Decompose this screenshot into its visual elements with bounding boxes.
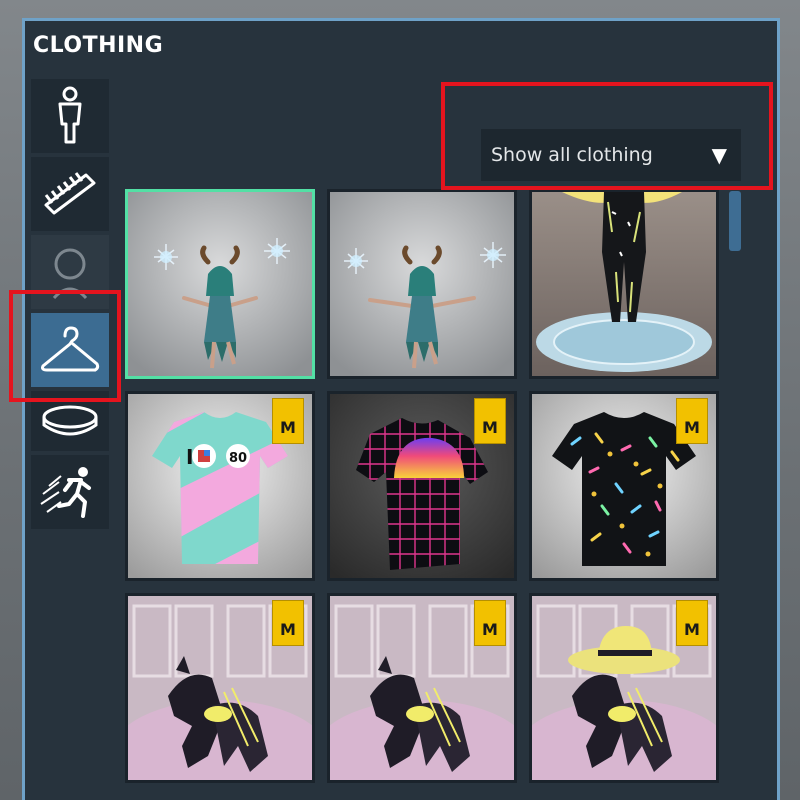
clothing-tile-3[interactable] [529, 189, 719, 379]
sidebar-item-hair[interactable] [31, 157, 109, 231]
hanger-icon [41, 326, 100, 372]
chevron-down-icon: ▼ [711, 143, 727, 167]
running-icon [40, 467, 91, 518]
tshirt-print-number: 80 [229, 451, 247, 466]
clothing-tile-1[interactable] [125, 189, 315, 379]
category-sidebar [31, 79, 109, 533]
comb-icon [44, 172, 96, 215]
clothing-tile-9[interactable]: M [529, 593, 719, 783]
sidebar-item-clothing[interactable] [31, 313, 109, 387]
ring-icon [42, 405, 98, 436]
sidebar-item-head[interactable] [31, 235, 109, 309]
tshirt-print-text: I [186, 445, 193, 469]
sidebar-item-body[interactable] [31, 79, 109, 153]
body-icon [58, 86, 82, 144]
membership-badge: M [676, 398, 708, 444]
clothing-filter-dropdown[interactable]: Show all clothing ▼ [481, 129, 741, 181]
black-suit-thumbnail [532, 192, 716, 376]
sidebar-item-animations[interactable] [31, 455, 109, 529]
clothing-tile-4[interactable]: I 80 M [125, 391, 315, 581]
clothing-panel: CLOTHING Show all clothing ▼ I 80 M M M … [22, 18, 780, 800]
fairy-outfit-thumbnail [128, 192, 312, 376]
membership-badge: M [272, 600, 304, 646]
panel-title: CLOTHING [33, 33, 164, 58]
membership-badge: M [474, 398, 506, 444]
clothing-tile-7[interactable]: M [125, 593, 315, 783]
scrollbar-thumb[interactable] [729, 191, 741, 251]
sidebar-item-accessories[interactable] [31, 391, 109, 451]
membership-badge: M [676, 600, 708, 646]
filter-selected-label: Show all clothing [491, 144, 653, 166]
fairy-outfit-thumbnail [330, 192, 514, 376]
clothing-tile-8[interactable]: M [327, 593, 517, 783]
clothing-tile-2[interactable] [327, 189, 517, 379]
membership-badge: M [474, 600, 506, 646]
clothing-tile-6[interactable]: M [529, 391, 719, 581]
clothing-tile-5[interactable]: M [327, 391, 517, 581]
membership-badge: M [272, 398, 304, 444]
head-icon [52, 248, 88, 300]
